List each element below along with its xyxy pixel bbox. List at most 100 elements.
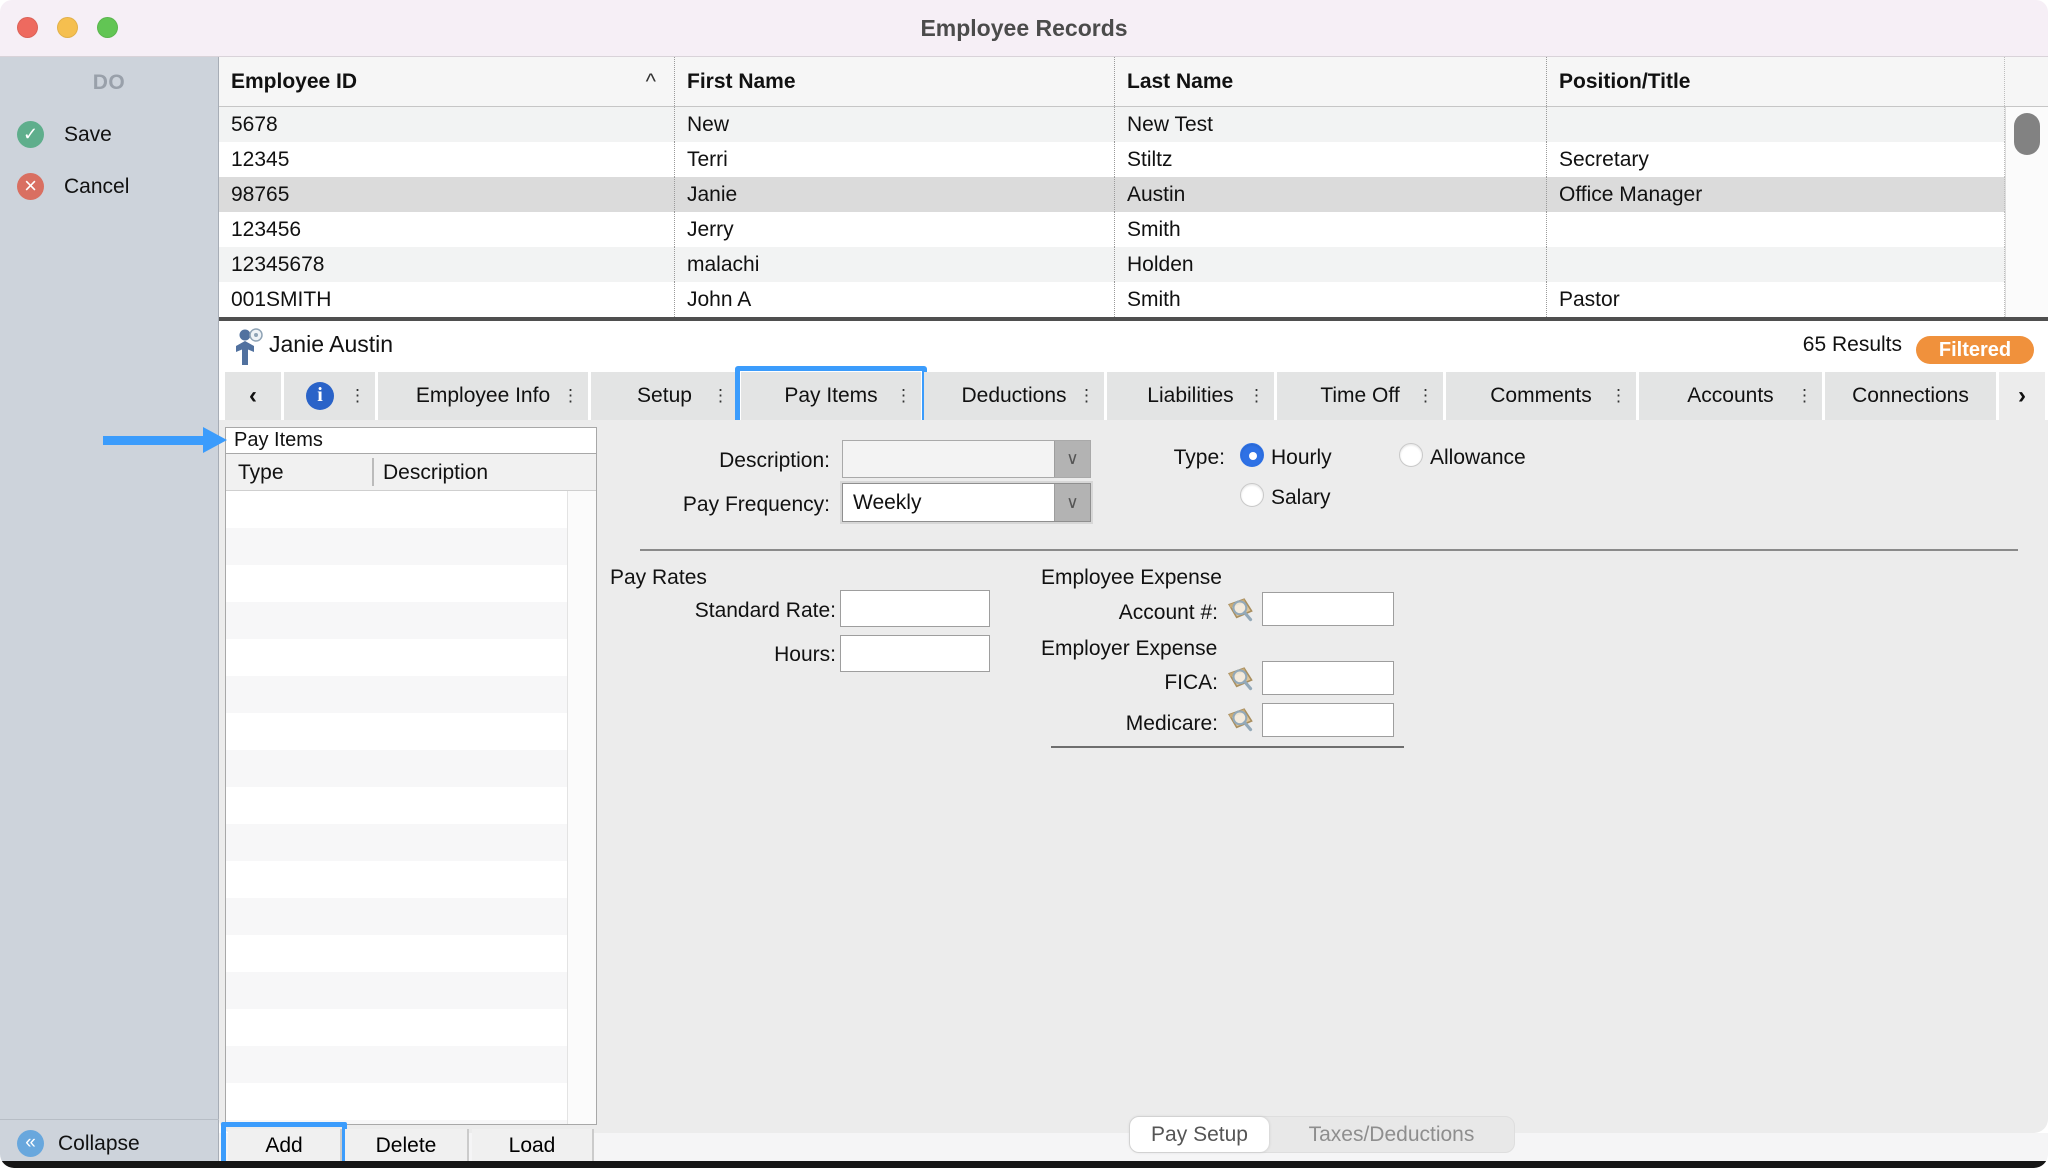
column-header-last-name[interactable]: Last Name: [1115, 57, 1547, 106]
tab-options-icon[interactable]: ⋮: [1610, 386, 1627, 406]
fica-input[interactable]: [1262, 661, 1394, 695]
detail-tab-bar: ‹ i ⋮ Employee Info ⋮ Setup ⋮ Pay Items …: [219, 372, 2048, 420]
tab-options-icon[interactable]: ⋮: [562, 386, 579, 406]
tab-label: Accounts: [1687, 384, 1773, 408]
record-header-bar: Janie Austin 65 Results Filtered: [219, 321, 2048, 372]
cell-last-name: Smith: [1115, 212, 1547, 247]
account-number-label: Account #:: [1058, 601, 1218, 625]
cell-employee-id: 98765: [219, 177, 675, 212]
pay-items-panel-title: Pay Items: [226, 428, 596, 454]
hourly-radio[interactable]: [1240, 443, 1264, 467]
chevron-down-icon[interactable]: ∨: [1054, 484, 1090, 521]
pay-frequency-value: Weekly: [853, 491, 921, 515]
selected-employee-name: Janie Austin: [269, 331, 393, 358]
table-row[interactable]: 123456 Jerry Smith: [219, 212, 2048, 247]
standard-rate-input[interactable]: [840, 590, 990, 627]
allowance-radio[interactable]: [1399, 443, 1423, 467]
salary-radio[interactable]: [1240, 483, 1264, 507]
tab-label: Connections: [1852, 384, 1969, 408]
cell-first-name: John A: [675, 282, 1115, 317]
cancel-label: Cancel: [64, 173, 129, 200]
description-column-header[interactable]: Description: [383, 461, 488, 485]
column-header-first-name[interactable]: First Name: [675, 57, 1115, 106]
tab-deductions[interactable]: Deductions ⋮: [924, 372, 1104, 420]
account-number-input[interactable]: [1262, 592, 1394, 626]
cell-last-name: New Test: [1115, 107, 1547, 142]
medicare-input[interactable]: [1262, 703, 1394, 737]
tab-accounts[interactable]: Accounts ⋮: [1639, 372, 1822, 420]
tab-scroll-back-button[interactable]: ‹: [225, 372, 281, 420]
tab-employee-info[interactable]: Employee Info ⋮: [378, 372, 588, 420]
pay-frequency-dropdown[interactable]: Weekly ∨: [842, 483, 1091, 522]
x-icon: ×: [17, 173, 44, 200]
type-column-header[interactable]: Type: [238, 461, 284, 485]
pay-items-column-headers: Type Description: [226, 454, 596, 491]
tab-options-icon[interactable]: ⋮: [349, 386, 366, 406]
tab-options-icon[interactable]: ⋮: [712, 386, 729, 406]
load-button[interactable]: Load: [472, 1129, 594, 1162]
tab-connections[interactable]: Connections: [1825, 372, 1996, 420]
tab-info[interactable]: i ⋮: [284, 372, 375, 420]
cell-first-name: malachi: [675, 247, 1115, 282]
title-bar: Employee Records: [0, 0, 2048, 57]
form-divider: [640, 549, 2018, 551]
pay-frequency-label: Pay Frequency:: [640, 493, 830, 517]
cell-last-name: Smith: [1115, 282, 1547, 317]
table-row[interactable]: 001SMITH John A Smith Pastor: [219, 282, 2048, 317]
tab-comments[interactable]: Comments ⋮: [1446, 372, 1636, 420]
tab-pay-items-active[interactable]: Pay Items ⋮: [741, 372, 921, 420]
table-scrollbar[interactable]: [2005, 107, 2048, 317]
tab-options-icon[interactable]: ⋮: [895, 386, 912, 406]
cancel-button[interactable]: × Cancel: [0, 170, 219, 210]
pay-items-scrollbar[interactable]: [567, 491, 596, 1124]
column-header-position[interactable]: Position/Title: [1547, 57, 2005, 106]
filtered-badge[interactable]: Filtered: [1916, 336, 2034, 364]
fica-lookup-icon[interactable]: [1226, 664, 1258, 696]
tab-label: Pay Items: [784, 384, 877, 408]
tab-label: Liabilities: [1147, 384, 1233, 408]
pay-setup-segment[interactable]: Pay Setup: [1130, 1117, 1269, 1152]
cell-last-name: Austin: [1115, 177, 1547, 212]
tab-setup[interactable]: Setup ⋮: [591, 372, 738, 420]
table-row-selected[interactable]: 98765 Janie Austin Office Manager: [219, 177, 2048, 212]
cell-position: [1547, 212, 2005, 247]
table-row[interactable]: 12345678 malachi Holden: [219, 247, 2048, 282]
hours-input[interactable]: [840, 635, 990, 672]
tab-options-icon[interactable]: ⋮: [1078, 386, 1095, 406]
taxes-deductions-segment[interactable]: Taxes/Deductions: [1269, 1117, 1514, 1152]
pay-items-empty-list[interactable]: [226, 491, 596, 1124]
pay-items-list-panel: Pay Items Type Description: [225, 427, 597, 1125]
cell-employee-id: 123456: [219, 212, 675, 247]
cell-employee-id: 12345678: [219, 247, 675, 282]
table-row[interactable]: 12345 Terri Stiltz Secretary: [219, 142, 2048, 177]
chevron-down-icon[interactable]: ∨: [1054, 441, 1090, 477]
save-button[interactable]: ✓ Save: [0, 118, 219, 158]
account-lookup-icon[interactable]: [1226, 595, 1258, 627]
column-divider: [372, 458, 374, 486]
delete-button[interactable]: Delete: [345, 1129, 469, 1162]
add-button[interactable]: Add: [228, 1129, 342, 1162]
hours-label: Hours:: [676, 643, 836, 667]
cell-last-name: Stiltz: [1115, 142, 1547, 177]
cell-first-name: Janie: [675, 177, 1115, 212]
description-label: Description:: [660, 449, 830, 473]
tab-scroll-forward-button[interactable]: ›: [1999, 372, 2045, 420]
employee-table-header: Employee ID ^ First Name Last Name Posit…: [219, 57, 2048, 107]
tab-options-icon[interactable]: ⋮: [1417, 386, 1434, 406]
tab-options-icon[interactable]: ⋮: [1796, 386, 1813, 406]
double-chevron-left-icon: «: [17, 1130, 44, 1157]
cell-position: Pastor: [1547, 282, 2005, 317]
tab-options-icon[interactable]: ⋮: [1248, 386, 1265, 406]
hourly-label: Hourly: [1271, 446, 1332, 470]
table-row[interactable]: 5678 New New Test: [219, 107, 2048, 142]
medicare-lookup-icon[interactable]: [1226, 705, 1258, 737]
cell-last-name: Holden: [1115, 247, 1547, 282]
annotation-arrow: [103, 436, 203, 445]
column-header-employee-id[interactable]: Employee ID ^: [219, 57, 675, 106]
description-dropdown[interactable]: ∨: [842, 440, 1091, 478]
type-label: Type:: [1129, 446, 1225, 470]
tab-time-off[interactable]: Time Off ⋮: [1277, 372, 1443, 420]
cell-position: Office Manager: [1547, 177, 2005, 212]
table-scrollbar-thumb[interactable]: [2014, 113, 2040, 155]
tab-liabilities[interactable]: Liabilities ⋮: [1107, 372, 1274, 420]
